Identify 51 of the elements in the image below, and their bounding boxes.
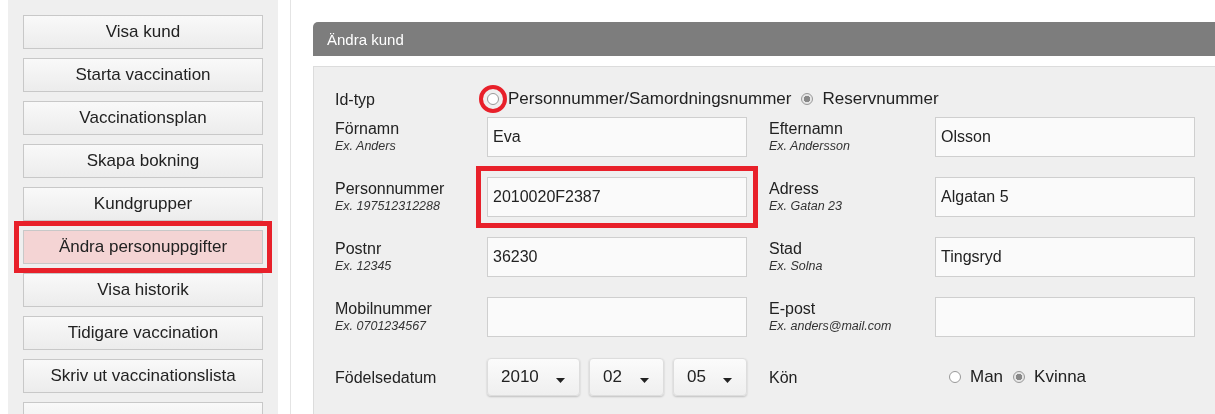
sidebar-button[interactable]: Ändra personuppgifter bbox=[23, 230, 263, 264]
radio-button[interactable] bbox=[801, 93, 814, 105]
input-field[interactable]: Tingsryd bbox=[935, 237, 1195, 277]
caret-icon bbox=[723, 377, 732, 383]
sidebar-button[interactable]: Skriv ut vaccinationslista bbox=[23, 359, 263, 393]
radio-button[interactable] bbox=[949, 371, 961, 383]
field-label: Förnamn bbox=[335, 119, 401, 138]
sidebar-button[interactable]: Visa kund bbox=[23, 15, 263, 49]
caret-icon bbox=[640, 377, 649, 383]
field-label: Adress bbox=[769, 179, 820, 198]
field-label: Postnr bbox=[335, 239, 383, 258]
field-hint: Ex. 0701234567 bbox=[335, 318, 428, 335]
input-field[interactable]: 36230 bbox=[487, 237, 747, 277]
radio-label: Reservnummer bbox=[822, 89, 939, 109]
dropdown[interactable]: 05 bbox=[673, 358, 747, 396]
radio-label: Kvinna bbox=[1034, 367, 1087, 387]
field-hint: Ex. 197512312288 bbox=[335, 198, 441, 215]
sidebar-button[interactable]: Tidigare vaccination bbox=[23, 316, 263, 350]
input-field[interactable]: Olsson bbox=[935, 117, 1195, 157]
input-field[interactable]: Eva bbox=[487, 117, 747, 157]
field-hint: Ex. Solna bbox=[769, 258, 824, 275]
field-label: Personnummer bbox=[335, 179, 446, 198]
radio-label: Man bbox=[970, 367, 1004, 387]
sidebar-button[interactable]: Kundgrupper bbox=[23, 187, 263, 221]
input-field[interactable] bbox=[935, 297, 1195, 337]
radio-button[interactable] bbox=[1013, 371, 1026, 383]
sidebar-button[interactable]: Starta vaccination bbox=[23, 58, 263, 92]
dropdown[interactable]: 02 bbox=[589, 358, 664, 396]
section-title: Ändra kund bbox=[327, 30, 404, 48]
dropdown[interactable]: 2010 bbox=[487, 358, 580, 396]
input-field[interactable] bbox=[487, 297, 747, 337]
field-label: Mobilnummer bbox=[335, 299, 433, 318]
field-hint: Ex. Gatan 23 bbox=[769, 198, 843, 215]
caret-icon bbox=[556, 377, 565, 383]
sidebar-button[interactable]: Visa historik bbox=[23, 273, 263, 307]
field-label: Stad bbox=[769, 239, 803, 258]
field-label: Födelsedatum bbox=[335, 367, 438, 387]
radio-label: Personnummer/Samordningsnummer bbox=[508, 89, 792, 109]
field-hint: Ex. Anders bbox=[335, 138, 397, 155]
field-label: Efternamn bbox=[769, 119, 844, 138]
field-label: Kön bbox=[769, 367, 799, 387]
field-label: E-post bbox=[769, 299, 817, 318]
input-field[interactable]: 2010020F2387 bbox=[487, 177, 747, 217]
field-label: Id-typ bbox=[335, 89, 376, 109]
sidebar-button[interactable]: Vaccinationsplan bbox=[23, 101, 263, 135]
input-field[interactable]: Algatan 5 bbox=[935, 177, 1195, 217]
field-hint: Ex. 12345 bbox=[335, 258, 393, 275]
field-hint: Ex. anders@mail.com bbox=[769, 318, 893, 335]
sidebar-button[interactable]: Skapa bokning bbox=[23, 144, 263, 178]
field-hint: Ex. Andersson bbox=[769, 138, 851, 155]
radio-button[interactable] bbox=[487, 93, 499, 105]
